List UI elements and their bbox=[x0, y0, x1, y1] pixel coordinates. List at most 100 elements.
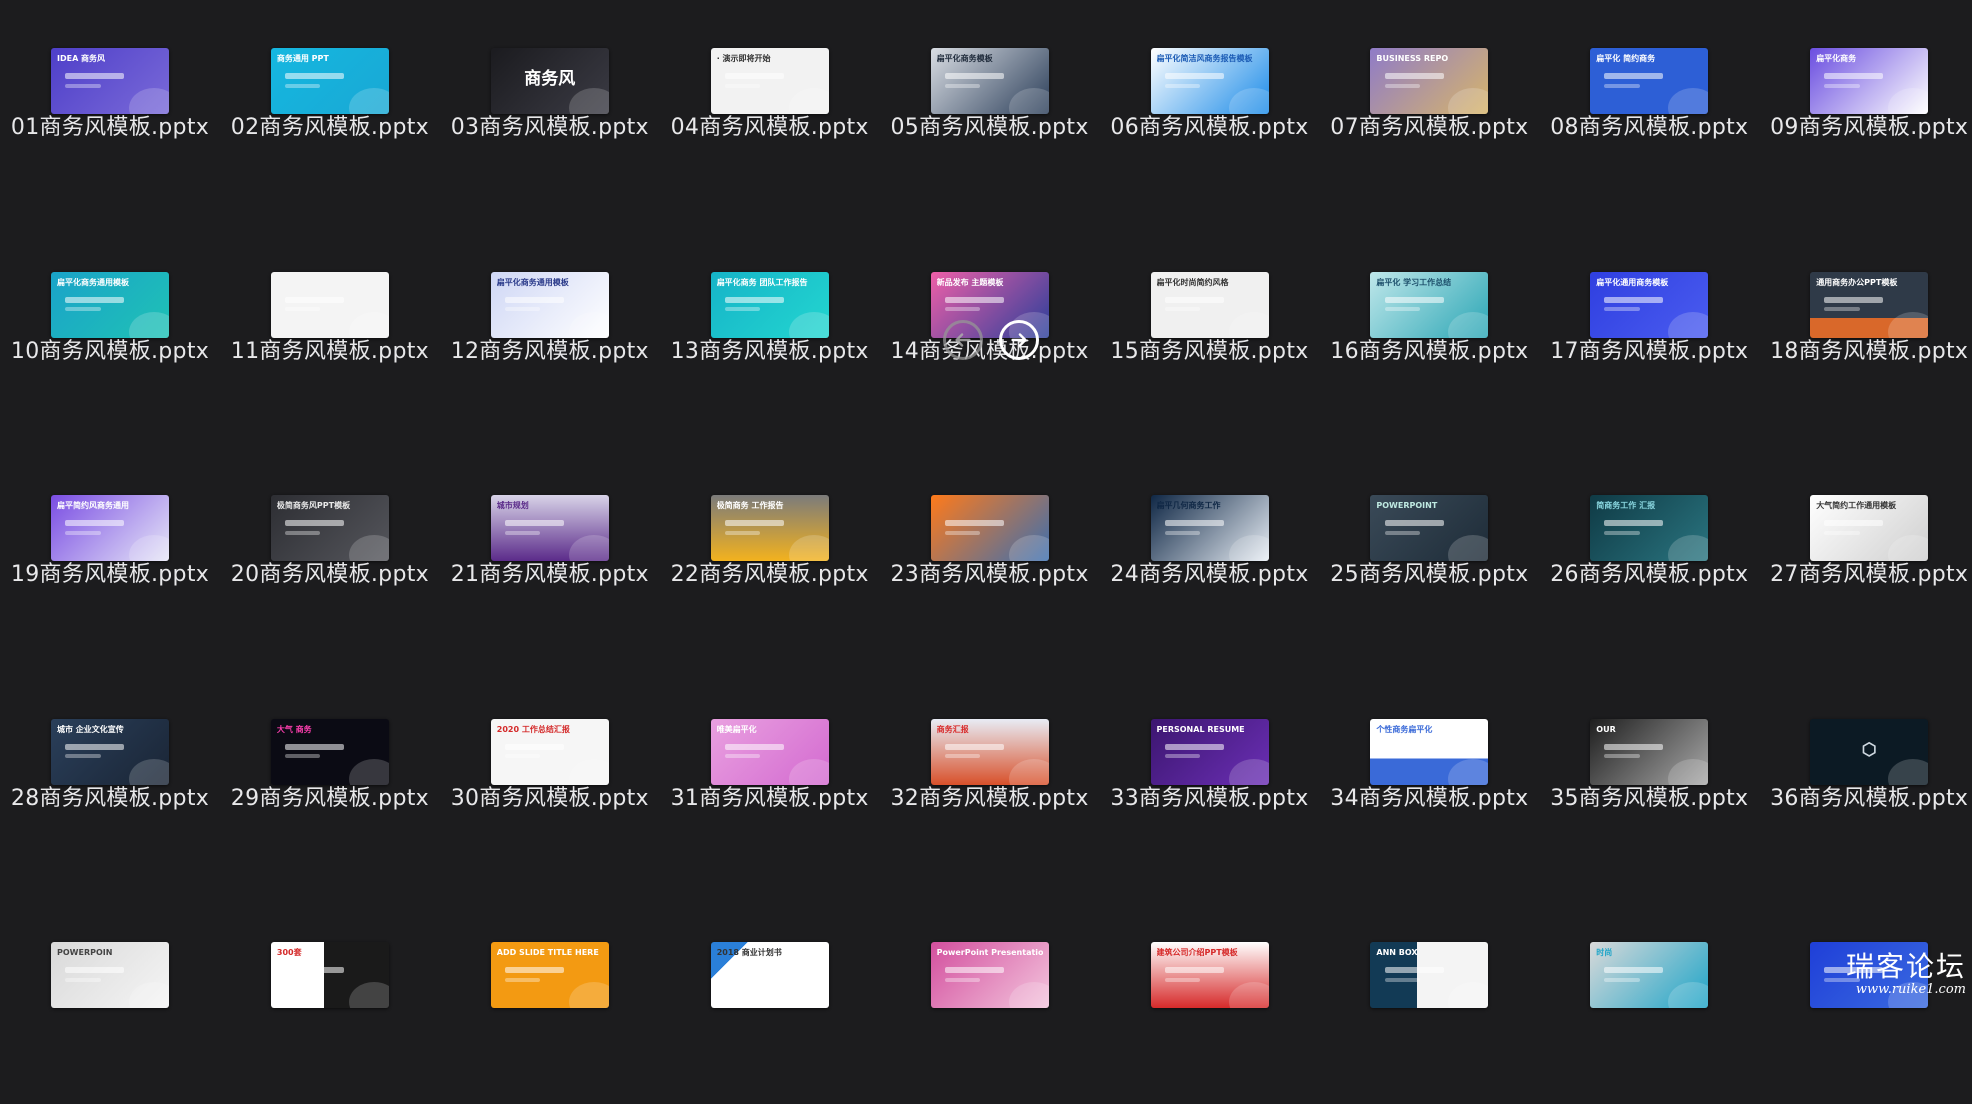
file-item[interactable]: 11商务风模板.pptx bbox=[220, 224, 440, 434]
file-item[interactable]: 300套 bbox=[220, 894, 440, 1104]
file-item[interactable]: 极简商务 工作报告 22商务风模板.pptx bbox=[660, 447, 880, 657]
file-item[interactable]: 扁平化商务通用模板 12商务风模板.pptx bbox=[440, 224, 660, 434]
thumbnail-title: POWERPOIN bbox=[57, 948, 113, 957]
thumbnail-decoration bbox=[504, 977, 541, 982]
thumbnail-decoration bbox=[944, 296, 1004, 303]
thumbnail-decoration bbox=[285, 520, 345, 527]
thumbnail-decoration bbox=[129, 535, 169, 561]
file-item[interactable]: 唯美扁平化 31商务风模板.pptx bbox=[660, 671, 880, 881]
thumbnail-decoration bbox=[1384, 307, 1420, 312]
file-thumbnail: · 演示即将开始 bbox=[710, 48, 829, 114]
file-item[interactable]: 商务通用 PPT 02商务风模板.pptx bbox=[220, 0, 440, 210]
thumbnail-title: 2020 工作总结汇报 bbox=[496, 724, 570, 734]
file-name: 30商务风模板.pptx bbox=[450, 785, 649, 811]
file-thumbnail: 商务风 bbox=[490, 48, 609, 114]
file-item[interactable]: 23商务风模板.pptx bbox=[880, 447, 1100, 657]
file-name: 16商务风模板.pptx bbox=[1330, 338, 1529, 364]
thumbnail-decoration bbox=[348, 758, 389, 785]
thumbnail-title: ADD SLIDE TITLE HERE bbox=[496, 948, 599, 957]
file-item[interactable]: 城市 企业文化宣传 28商务风模板.pptx bbox=[0, 671, 220, 881]
thumbnail-decoration bbox=[65, 977, 101, 982]
thumbnail-title: 扁平化 简约商务 bbox=[1596, 54, 1656, 63]
file-name: 36商务风模板.pptx bbox=[1770, 785, 1969, 811]
thumbnail-title: 极简商务风PPT模板 bbox=[276, 501, 351, 510]
thumbnail-decoration bbox=[1164, 530, 1201, 535]
file-item[interactable]: 扁平化商务通用模板 10商务风模板.pptx bbox=[0, 224, 220, 434]
file-item[interactable]: POWERPOIN bbox=[0, 894, 220, 1104]
file-item[interactable]: 商务风 03商务风模板.pptx bbox=[440, 0, 660, 210]
thumbnail-decoration bbox=[944, 967, 1004, 974]
file-thumbnail: ADD SLIDE TITLE HERE bbox=[490, 942, 609, 1008]
file-item[interactable]: 扁平化商务 09商务风模板.pptx bbox=[1759, 0, 1972, 210]
file-item[interactable]: 时尚 bbox=[1539, 894, 1759, 1104]
file-item[interactable]: 扁平简约风商务通用 19商务风模板.pptx bbox=[0, 447, 220, 657]
file-item[interactable]: 扁平化简洁风商务报告模板 06商务风模板.pptx bbox=[1100, 0, 1320, 210]
file-name: 09商务风模板.pptx bbox=[1770, 115, 1969, 140]
file-item[interactable]: 简商务工作 汇报 26商务风模板.pptx bbox=[1539, 447, 1759, 657]
file-grid: IDEA 商务风 01商务风模板.pptx 商务通用 PPT 02商务风模板.pptx… bbox=[0, 0, 1972, 1008]
thumbnail-decoration bbox=[1228, 311, 1269, 338]
file-item[interactable]: 扁平几何商务工作 24商务风模板.pptx bbox=[1100, 447, 1320, 657]
previous-button[interactable] bbox=[943, 320, 983, 360]
file-thumbnail: BUSINESS REPO bbox=[1370, 48, 1489, 114]
thumbnail-title: 商务汇报 bbox=[936, 724, 969, 734]
file-name: 14商务风模板.pptx bbox=[890, 338, 1089, 364]
file-item[interactable]: OUR 35商务风模板.pptx bbox=[1539, 671, 1759, 881]
thumbnail-decoration bbox=[65, 83, 101, 88]
thumbnail-decoration bbox=[1384, 520, 1444, 527]
file-item[interactable]: ANN BOX bbox=[1319, 894, 1539, 1104]
file-item[interactable]: 个性商务扁平化 34商务风模板.pptx bbox=[1319, 671, 1539, 881]
thumbnail-decoration bbox=[1824, 296, 1884, 303]
thumbnail-decoration bbox=[285, 83, 321, 88]
file-name: 10商务风模板.pptx bbox=[10, 338, 210, 364]
file-item[interactable]: 城市规划 21商务风模板.pptx bbox=[440, 447, 660, 657]
file-item[interactable]: 扁平化 简约商务 08商务风模板.pptx bbox=[1539, 0, 1759, 210]
thumbnail-decoration bbox=[285, 743, 345, 750]
file-item[interactable]: IDEA 商务风 01商务风模板.pptx bbox=[0, 0, 220, 210]
thumbnail-title: 个性商务扁平化 bbox=[1376, 724, 1433, 734]
thumbnail-decoration bbox=[944, 307, 981, 312]
thumbnail-decoration bbox=[1448, 88, 1489, 114]
file-thumbnail: 扁平化 简约商务 bbox=[1590, 48, 1709, 114]
thumbnail-title: 唯美扁平化 bbox=[716, 724, 757, 734]
thumbnail-decoration bbox=[944, 743, 1004, 750]
file-item[interactable]: PowerPoint Presentation Template bbox=[880, 894, 1100, 1104]
thumbnail-title: 扁平化商务 团队工作报告 bbox=[716, 277, 808, 287]
thumbnail-decoration bbox=[1228, 982, 1269, 1008]
file-name: 27商务风模板.pptx bbox=[1770, 562, 1969, 587]
thumbnail-title: 大气简约工作通用模板 bbox=[1816, 501, 1897, 510]
file-name: 32商务风模板.pptx bbox=[890, 785, 1089, 811]
file-item[interactable]: 大气简约工作通用模板 27商务风模板.pptx bbox=[1759, 447, 1972, 657]
file-item[interactable]: 扁平化 学习工作总结 16商务风模板.pptx bbox=[1319, 224, 1539, 434]
thumbnail-decoration bbox=[285, 73, 345, 80]
file-item[interactable]: BUSINESS REPO 07商务风模板.pptx bbox=[1319, 0, 1539, 210]
file-item[interactable]: ⬡ 36商务风模板.pptx bbox=[1759, 671, 1972, 881]
file-item[interactable]: 大气 商务 29商务风模板.pptx bbox=[220, 671, 440, 881]
file-item[interactable]: POWERPOINT 25商务风模板.pptx bbox=[1319, 447, 1539, 657]
file-item[interactable]: 通用商务办公PPT模板 18商务风模板.pptx bbox=[1759, 224, 1972, 434]
file-item[interactable]: 商务汇报 32商务风模板.pptx bbox=[880, 671, 1100, 881]
file-item[interactable]: 扁平化商务 团队工作报告 13商务风模板.pptx bbox=[660, 224, 880, 434]
file-item[interactable]: 扁平化时尚简约风格 15商务风模板.pptx bbox=[1100, 224, 1320, 434]
file-item[interactable]: 新品发布 主题模板 14商务风模板.pptx bbox=[880, 224, 1100, 434]
thumbnail-title: 建筑公司介绍PPT模板 bbox=[1156, 948, 1238, 957]
thumbnail-decoration bbox=[65, 307, 101, 312]
file-thumbnail bbox=[930, 495, 1049, 561]
file-item[interactable]: 建筑公司介绍PPT模板 bbox=[1100, 894, 1320, 1104]
thumbnail-title: 通用商务办公PPT模板 bbox=[1816, 277, 1898, 287]
file-item[interactable]: 扁平化通用商务模板 17商务风模板.pptx bbox=[1539, 224, 1759, 434]
next-button[interactable] bbox=[999, 320, 1039, 360]
file-item[interactable]: ADD SLIDE TITLE HERE bbox=[440, 894, 660, 1104]
thumbnail-decoration bbox=[724, 296, 784, 303]
file-item[interactable]: · 演示即将开始 04商务风模板.pptx bbox=[660, 0, 880, 210]
file-name: 02商务风模板.pptx bbox=[230, 115, 429, 140]
file-thumbnail: 扁平化商务通用模板 bbox=[51, 271, 169, 338]
file-thumbnail: 2020 工作总结汇报 bbox=[490, 718, 609, 785]
thumbnail-title: 简商务工作 汇报 bbox=[1596, 501, 1656, 510]
file-item[interactable]: 2020 工作总结汇报 30商务风模板.pptx bbox=[440, 671, 660, 881]
file-item[interactable]: PERSONAL RESUME 33商务风模板.pptx bbox=[1100, 671, 1320, 881]
file-item[interactable] bbox=[1759, 894, 1972, 1104]
file-item[interactable]: 极简商务风PPT模板 20商务风模板.pptx bbox=[220, 447, 440, 657]
file-item[interactable]: 2018 商业计划书 bbox=[660, 894, 880, 1104]
file-item[interactable]: 扁平化商务模板 05商务风模板.pptx bbox=[880, 0, 1100, 210]
